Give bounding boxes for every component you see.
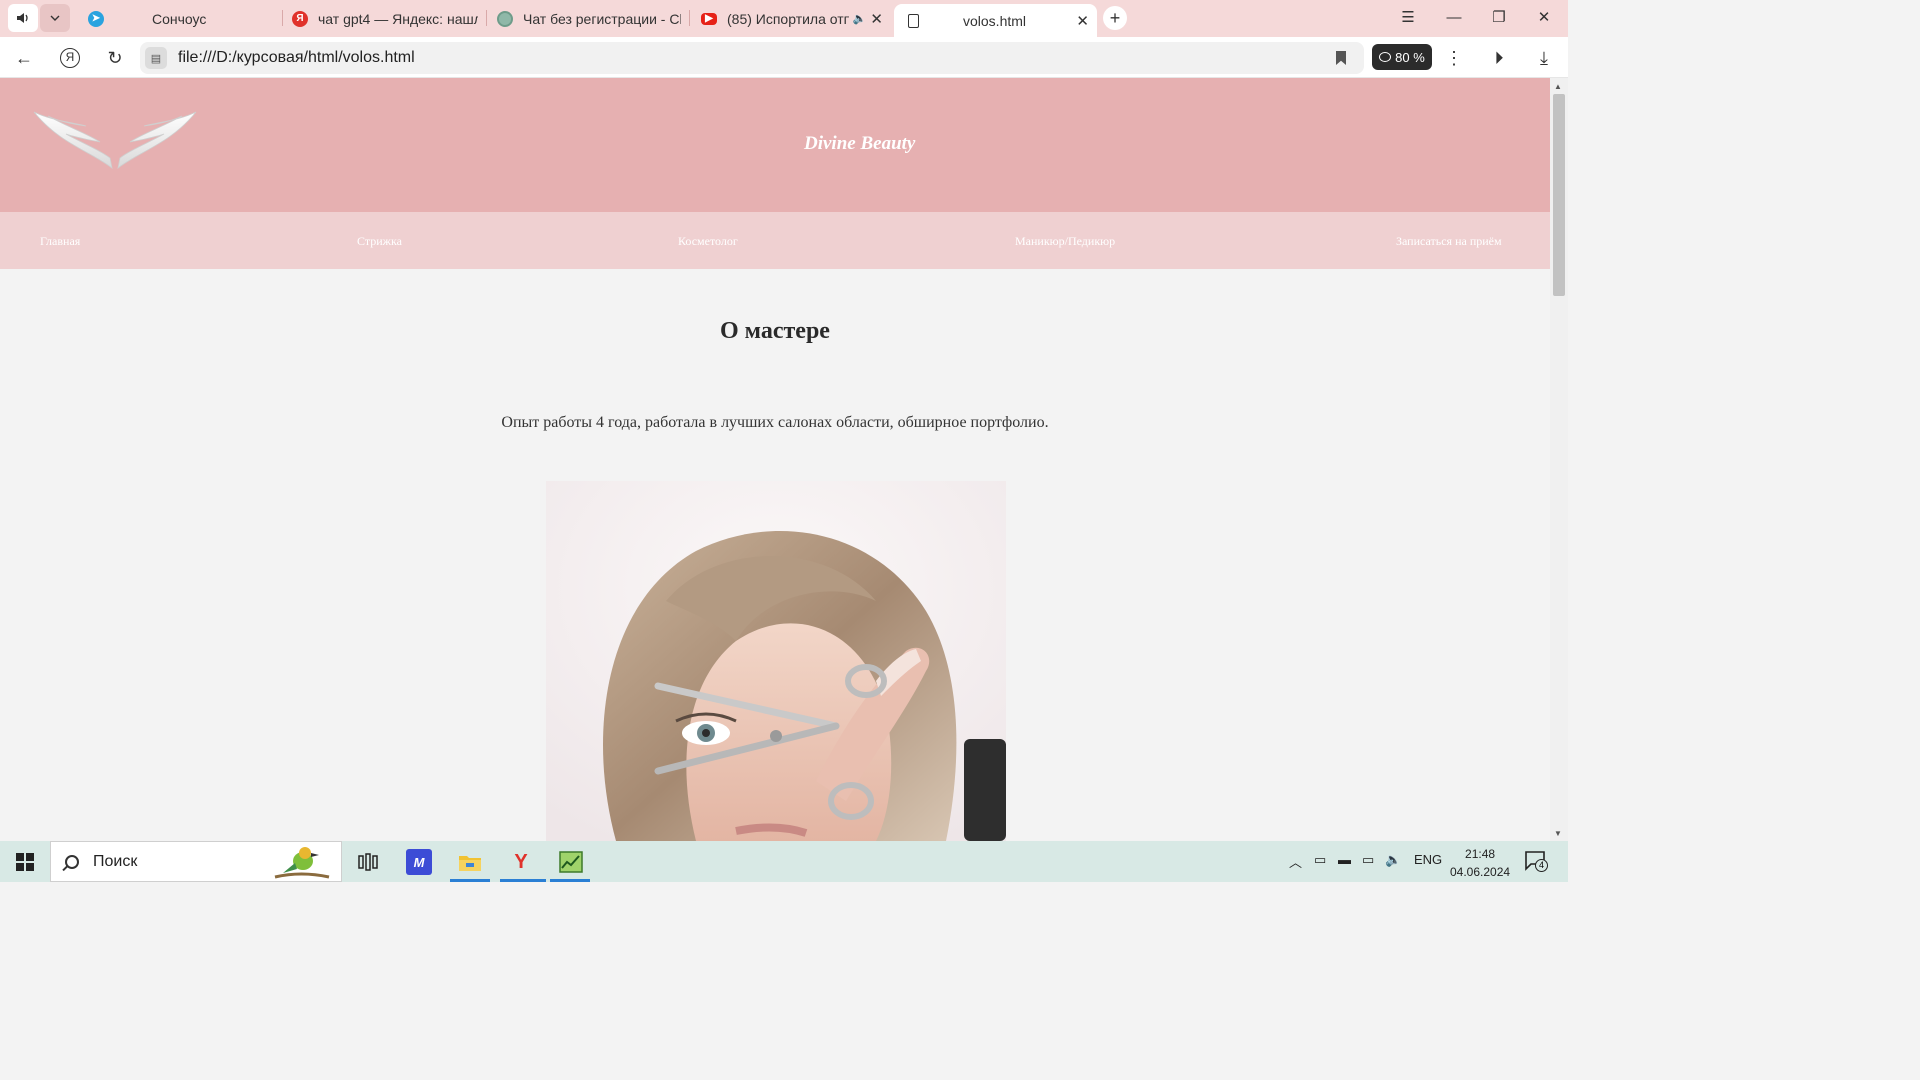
play-circle-icon: ⏵ xyxy=(1494,48,1504,68)
tab-title: Чат без регистрации - Ch xyxy=(523,10,681,27)
site-header: Divine Beauty xyxy=(0,78,1550,212)
nav-link-booking[interactable]: Записаться на приём xyxy=(1396,234,1502,249)
scroll-down-arrow-icon[interactable]: ▼ xyxy=(1554,829,1562,838)
tab-title: (85) Испортила отпу xyxy=(727,10,849,27)
tab-divider xyxy=(282,10,283,26)
notification-count-badge: 4 xyxy=(1535,859,1548,872)
close-icon: ✕ xyxy=(1537,9,1551,26)
system-clock[interactable]: 21:48 04.06.2024 xyxy=(1450,845,1510,881)
menu-icon: ☰ xyxy=(1401,9,1415,26)
taskbar-search-box[interactable]: Поиск xyxy=(50,841,342,882)
close-window-button[interactable]: ✕ xyxy=(1532,7,1556,29)
nav-link-home[interactable]: Главная xyxy=(40,234,80,249)
url-field[interactable]: ▤ file:///D:/курсовая/html/volos.html xyxy=(140,42,1364,74)
yandex-home-button[interactable]: Я xyxy=(60,48,80,68)
address-bar: ← Я ↻ ▤ file:///D:/курсовая/html/volos.h… xyxy=(0,37,1568,78)
new-tab-button[interactable]: + xyxy=(1103,6,1127,30)
page-scrollbar[interactable]: ▲ ▼ xyxy=(1550,78,1568,841)
master-photo xyxy=(546,481,1006,841)
tab-audio-toggle-button[interactable] xyxy=(8,4,38,32)
restore-icon: ❐ xyxy=(1492,9,1506,26)
chat-bubble-icon xyxy=(1379,52,1392,62)
taskbar: Поиск M Y ︿ ▭ ▬ ▭ 🔈 ENG 21:48 04.06.2024… xyxy=(0,841,1568,882)
search-icon xyxy=(65,854,79,869)
network-icon[interactable]: ▭ xyxy=(1362,852,1374,868)
wings-logo xyxy=(33,111,197,169)
back-button[interactable]: ← xyxy=(11,45,37,71)
page-info-icon[interactable]: ▤ xyxy=(145,47,167,69)
zoom-indicator[interactable]: 80 % xyxy=(1372,44,1432,70)
chatgpt-icon xyxy=(497,10,513,27)
scrollbar-thumb[interactable] xyxy=(1553,94,1565,296)
web-page: Divine Beauty Главная Стрижка Косметолог… xyxy=(0,78,1550,841)
download-icon: ⤓ xyxy=(1540,48,1548,68)
browser-tab-strip: ➤ Сончоус Я чат gpt4 — Яндекс: нашло Чат… xyxy=(0,0,1568,37)
downloads-button[interactable]: ⤓ xyxy=(1531,45,1557,71)
clock-time: 21:48 xyxy=(1465,847,1496,861)
file-icon xyxy=(908,13,919,28)
kebab-menu-icon: ⋮ xyxy=(1445,48,1463,68)
visual-studio-code-icon[interactable]: M xyxy=(406,849,432,875)
hairdresser-portrait-image xyxy=(546,481,1006,841)
task-view-icon[interactable] xyxy=(355,849,381,875)
nav-link-manicure[interactable]: Маникюр/Педикюр xyxy=(1015,234,1115,249)
yandex-icon: Я xyxy=(292,10,308,27)
tab-yandex-search[interactable]: Я чат gpt4 — Яндекс: нашло xyxy=(292,4,478,33)
nav-link-haircut[interactable]: Стрижка xyxy=(357,234,402,249)
notification-center-button[interactable]: 4 xyxy=(1525,851,1548,872)
restore-button[interactable]: ❐ xyxy=(1487,7,1511,29)
input-language[interactable]: ENG xyxy=(1414,852,1442,867)
site-nav: Главная Стрижка Косметолог Маникюр/Педик… xyxy=(0,212,1550,269)
taskbar-search-label: Поиск xyxy=(93,852,138,870)
about-description: Опыт работы 4 года, работала в лучших са… xyxy=(501,414,1049,431)
speaker-icon xyxy=(17,13,28,23)
close-tab-icon[interactable]: ✕ xyxy=(1068,12,1097,30)
clock-date: 04.06.2024 xyxy=(1450,865,1511,879)
tab-chat[interactable]: Чат без регистрации - Ch xyxy=(497,4,681,33)
minimize-icon: — xyxy=(1446,9,1462,26)
nav-link-cosmetologist[interactable]: Косметолог xyxy=(678,234,738,249)
about-heading: О мастере xyxy=(720,318,830,344)
tab-audio-icon[interactable]: 🔈 xyxy=(853,12,867,25)
yandex-browser-icon[interactable]: Y xyxy=(508,849,534,875)
battery-icon[interactable]: ▬ xyxy=(1338,852,1351,867)
tab-divider xyxy=(689,10,690,26)
task-manager-icon[interactable] xyxy=(558,849,584,875)
meet-now-icon[interactable]: ▭ xyxy=(1314,852,1326,868)
zoom-level: 80 % xyxy=(1395,49,1425,65)
url-text[interactable]: file:///D:/курсовая/html/volos.html xyxy=(178,49,415,67)
reload-button[interactable]: ↻ xyxy=(102,45,128,71)
telegram-icon: ➤ xyxy=(88,10,104,27)
youtube-icon: ▶ xyxy=(701,12,717,25)
browser-menu-button[interactable]: ☰ xyxy=(1396,7,1420,29)
bookmark-icon[interactable] xyxy=(1336,51,1346,65)
close-tab-icon[interactable]: ✕ xyxy=(866,10,887,28)
reload-icon: ↻ xyxy=(107,48,123,68)
file-explorer-icon[interactable] xyxy=(457,849,483,875)
tab-volos-active[interactable]: volos.html ✕ xyxy=(894,4,1097,37)
tab-title: чат gpt4 — Яндекс: нашло xyxy=(318,10,478,27)
brand-name: Divine Beauty xyxy=(804,133,916,154)
active-app-indicator xyxy=(550,879,590,882)
tab-telegram[interactable]: ➤ Сончоус xyxy=(88,4,278,33)
windows-start-icon[interactable] xyxy=(16,853,34,871)
minimize-button[interactable]: — xyxy=(1442,7,1466,29)
tab-youtube[interactable]: ▶ (85) Испортила отпу 🔈 ✕ xyxy=(701,4,887,33)
more-options-button[interactable]: ⋮ xyxy=(1441,45,1467,71)
plus-icon: + xyxy=(1109,7,1121,28)
volume-icon[interactable]: 🔈 xyxy=(1385,852,1401,868)
tab-divider xyxy=(486,10,487,26)
tab-title: Сончоус xyxy=(152,10,207,27)
active-app-indicator xyxy=(450,879,490,882)
chevron-down-icon xyxy=(50,15,60,21)
arrow-left-icon: ← xyxy=(15,48,33,68)
show-hidden-icons-chevron-icon[interactable]: ︿ xyxy=(1289,852,1302,871)
media-play-button[interactable]: ⏵ xyxy=(1486,45,1512,71)
search-highlight-bird-icon xyxy=(274,846,330,878)
tab-title: volos.html xyxy=(963,12,1027,29)
scroll-up-arrow-icon[interactable]: ▲ xyxy=(1554,82,1562,91)
yandex-logo-icon: Я xyxy=(65,50,75,64)
tabs-list-button[interactable] xyxy=(40,4,70,32)
active-app-indicator xyxy=(500,879,546,882)
